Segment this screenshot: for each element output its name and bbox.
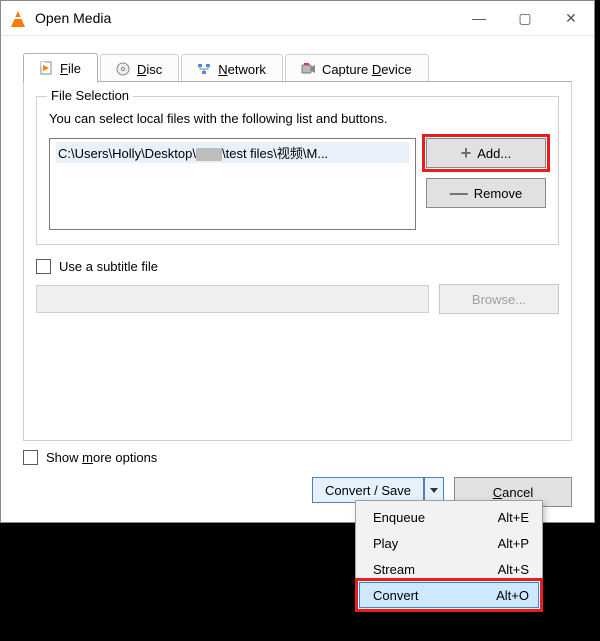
add-button-label: Add... <box>477 146 511 161</box>
tabstrip: File Disc Network Capture Device <box>1 36 594 82</box>
tab-label: Disc <box>137 62 162 77</box>
file-selection-legend: File Selection <box>47 88 133 103</box>
menu-accel: Alt+E <box>498 510 529 525</box>
subtitle-row: Use a subtitle file <box>36 259 559 274</box>
minimize-button[interactable]: — <box>456 1 502 35</box>
menu-item-play[interactable]: Play Alt+P <box>359 530 539 556</box>
convert-save-menu: Enqueue Alt+E Play Alt+P Stream Alt+S Co… <box>355 500 543 612</box>
tab-disc[interactable]: Disc <box>100 54 179 83</box>
file-selection-hint: You can select local files with the foll… <box>49 111 546 126</box>
show-more-options-checkbox[interactable] <box>23 450 38 465</box>
add-button[interactable]: + Add... <box>426 138 546 168</box>
subtitle-path-field <box>36 285 429 313</box>
file-list[interactable]: C:\Users\Holly\Desktop\\test files\视频\M.… <box>49 138 416 230</box>
chevron-down-icon <box>430 488 438 493</box>
tab-capture-device[interactable]: Capture Device <box>285 54 429 83</box>
tab-file[interactable]: File <box>23 53 98 83</box>
menu-item-stream[interactable]: Stream Alt+S <box>359 556 539 582</box>
maximize-button[interactable]: ▢ <box>502 1 548 35</box>
window-controls: — ▢ ✕ <box>456 1 594 35</box>
subtitle-label: Use a subtitle file <box>59 259 158 274</box>
close-button[interactable]: ✕ <box>548 1 594 35</box>
menu-accel: Alt+S <box>498 562 529 577</box>
window-title: Open Media <box>35 10 111 26</box>
menu-item-convert[interactable]: Convert Alt+O <box>359 582 539 608</box>
file-icon <box>38 60 54 76</box>
menu-accel: Alt+O <box>496 588 529 603</box>
file-list-item[interactable]: C:\Users\Holly\Desktop\\test files\视频\M.… <box>56 142 409 163</box>
tab-label: Network <box>218 62 266 77</box>
menu-item-enqueue[interactable]: Enqueue Alt+E <box>359 504 539 530</box>
capture-icon <box>300 61 316 77</box>
tab-label: File <box>60 61 81 76</box>
open-media-dialog: Open Media — ▢ ✕ File Disc <box>0 0 595 523</box>
remove-button[interactable]: — Remove <box>426 178 546 208</box>
disc-icon <box>115 61 131 77</box>
show-more-options-label: Show more options <box>46 450 157 465</box>
tab-content: File Selection You can select local file… <box>23 81 572 441</box>
network-icon <box>196 61 212 77</box>
tab-network[interactable]: Network <box>181 54 283 83</box>
subtitle-checkbox[interactable] <box>36 259 51 274</box>
tab-label: Capture Device <box>322 62 412 77</box>
remove-button-label: Remove <box>474 186 522 201</box>
titlebar: Open Media — ▢ ✕ <box>1 1 594 36</box>
file-selection-group: File Selection You can select local file… <box>36 96 559 245</box>
menu-accel: Alt+P <box>498 536 529 551</box>
vlc-cone-icon <box>9 9 27 27</box>
browse-button: Browse... <box>439 284 559 314</box>
